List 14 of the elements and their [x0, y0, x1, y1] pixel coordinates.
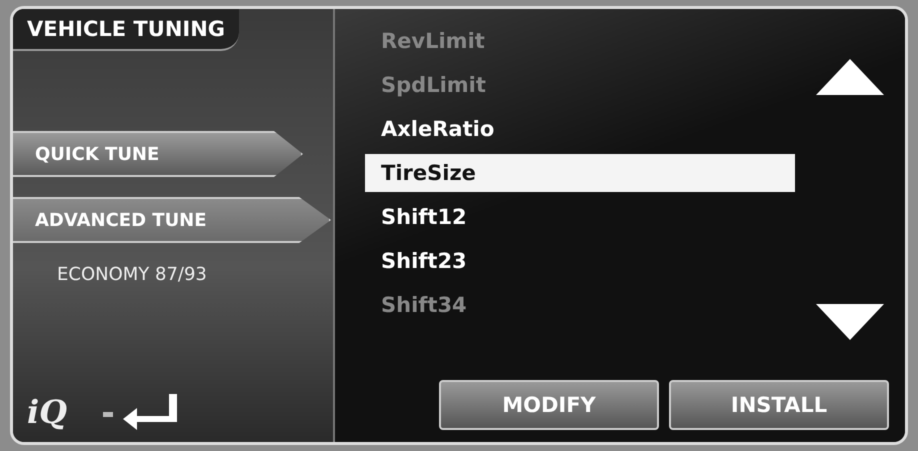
parameter-item[interactable]: TireSize	[365, 154, 795, 192]
parameter-item[interactable]: Shift23	[365, 239, 795, 283]
parameter-item[interactable]: AxleRatio	[365, 107, 795, 151]
menu-option[interactable]: ECONOMY 87/93	[13, 263, 273, 286]
menu-tab[interactable]: QUICK TUNE	[13, 131, 303, 177]
menu-tab[interactable]: ADVANCED TUNE	[13, 197, 331, 243]
screen-title: VEHICLE TUNING	[13, 9, 240, 51]
logo: iQ	[27, 393, 68, 431]
parameter-item[interactable]: Shift34	[365, 283, 795, 327]
parameter-item[interactable]: SpdLimit	[365, 63, 795, 107]
parameter-item[interactable]: Shift12	[365, 195, 795, 239]
parameter-item[interactable]: RevLimit	[365, 19, 795, 63]
action-button[interactable]: MODIFY	[439, 380, 659, 430]
action-button[interactable]: INSTALL	[669, 380, 889, 430]
